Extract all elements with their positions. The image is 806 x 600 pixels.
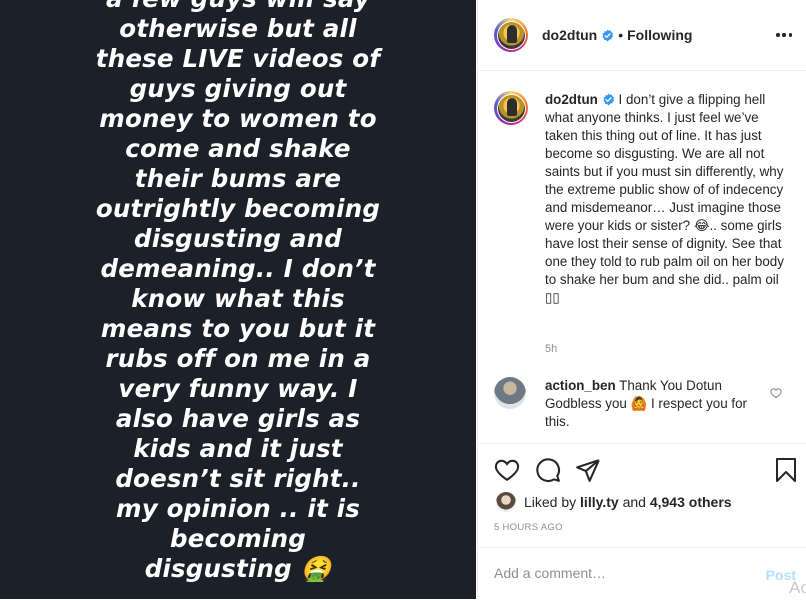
more-options-icon[interactable]: [776, 27, 792, 43]
caption-username[interactable]: do2dtun: [545, 92, 598, 107]
comment-body: action_ben Thank You Dotun Godbless you …: [545, 377, 765, 431]
comment-bubble-icon[interactable]: [535, 457, 561, 483]
separator-dot: •: [618, 27, 624, 43]
story-line: means to you but it: [100, 314, 376, 343]
avatar-image: [497, 21, 525, 49]
post-panel: do2dtun • Following do2dtun I don’t give…: [477, 0, 806, 599]
caption-avatar[interactable]: [494, 91, 528, 125]
story-line: also have girls as: [115, 404, 361, 433]
story-line: demeaning.. I don’t: [100, 254, 376, 283]
story-line: becoming: [169, 524, 306, 553]
likes-count[interactable]: 4,943 others: [650, 494, 732, 510]
verified-badge-icon: [602, 29, 614, 41]
comments-section: do2dtun I don’t give a flipping hell wha…: [478, 71, 806, 443]
comment-like-heart-icon[interactable]: [770, 387, 782, 399]
liker-username[interactable]: lilly.ty: [580, 494, 619, 510]
verified-badge-icon: [603, 93, 614, 106]
story-line: very funny way. I: [118, 374, 358, 403]
story-line: disgusting and: [133, 224, 342, 253]
liker-avatar[interactable]: [496, 492, 516, 512]
story-line: come and shake: [125, 134, 351, 163]
header-username[interactable]: do2dtun: [542, 27, 597, 43]
caption-time[interactable]: 5h: [545, 343, 557, 355]
post-caption: do2dtun I don’t give a flipping hell wha…: [494, 91, 794, 307]
story-line: doesn’t sit right..: [115, 464, 361, 493]
story-line: my opinion .. it is: [115, 494, 360, 523]
likes-and: and: [622, 494, 646, 510]
story-line: guys giving out: [129, 74, 347, 103]
likes-summary: Liked by lilly.ty and 4,943 others: [496, 492, 732, 512]
story-line: money to women to: [99, 104, 377, 133]
like-heart-icon[interactable]: [494, 457, 520, 483]
post-actions: Liked by lilly.ty and 4,943 others 5 HOU…: [478, 443, 806, 599]
story-image: a few guys will say otherwise but all th…: [0, 0, 476, 599]
comment-input[interactable]: [494, 565, 744, 581]
likes-prefix: Liked by: [524, 494, 577, 510]
caption-text: I don’t give a flipping hell what anyone…: [545, 92, 784, 305]
story-line: otherwise but all: [119, 14, 357, 43]
story-line: their bums are: [134, 164, 342, 193]
story-line: disgusting 🤮: [144, 554, 332, 583]
share-paper-plane-icon[interactable]: [575, 457, 601, 483]
activation-watermark: Ac: [789, 578, 806, 597]
following-button[interactable]: Following: [627, 27, 692, 43]
post-timestamp[interactable]: 5 HOURS AGO: [494, 522, 563, 533]
story-line: know what this: [131, 284, 345, 313]
avatar-image: [497, 94, 525, 122]
profile-avatar[interactable]: [494, 18, 528, 52]
caption-body: do2dtun I don’t give a flipping hell wha…: [545, 91, 794, 307]
story-text: a few guys will say otherwise but all th…: [0, 0, 476, 584]
story-line: outrightly becoming: [95, 194, 381, 223]
add-comment-bar: Post Ac: [478, 547, 806, 600]
story-line: a few guys will say: [28, 0, 448, 14]
commenter-avatar[interactable]: [494, 377, 526, 409]
comment-username[interactable]: action_ben: [545, 378, 616, 393]
story-line: these LIVE videos of: [95, 44, 381, 73]
comment-item: action_ben Thank You Dotun Godbless you …: [494, 377, 794, 431]
story-line: rubs off on me in a: [105, 344, 371, 373]
post-header: do2dtun • Following: [478, 0, 806, 71]
save-bookmark-icon[interactable]: [774, 457, 798, 483]
story-line: kids and it just: [133, 434, 343, 463]
